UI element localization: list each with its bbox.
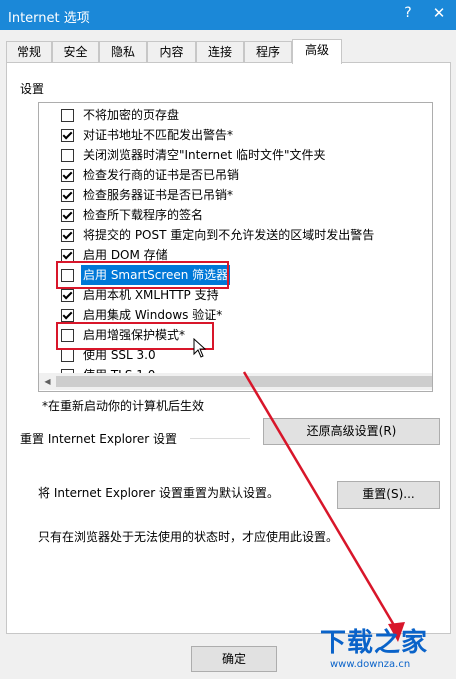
mouse-cursor-icon (193, 338, 207, 358)
tab-advanced[interactable]: 高级 (292, 39, 342, 64)
annotation-arrow (242, 371, 405, 642)
watermark-url: www.downza.cn (330, 659, 411, 670)
watermark-title: 下载之家 (320, 628, 429, 658)
watermark-logo: 下载之家 www.downza.cn (320, 622, 450, 672)
